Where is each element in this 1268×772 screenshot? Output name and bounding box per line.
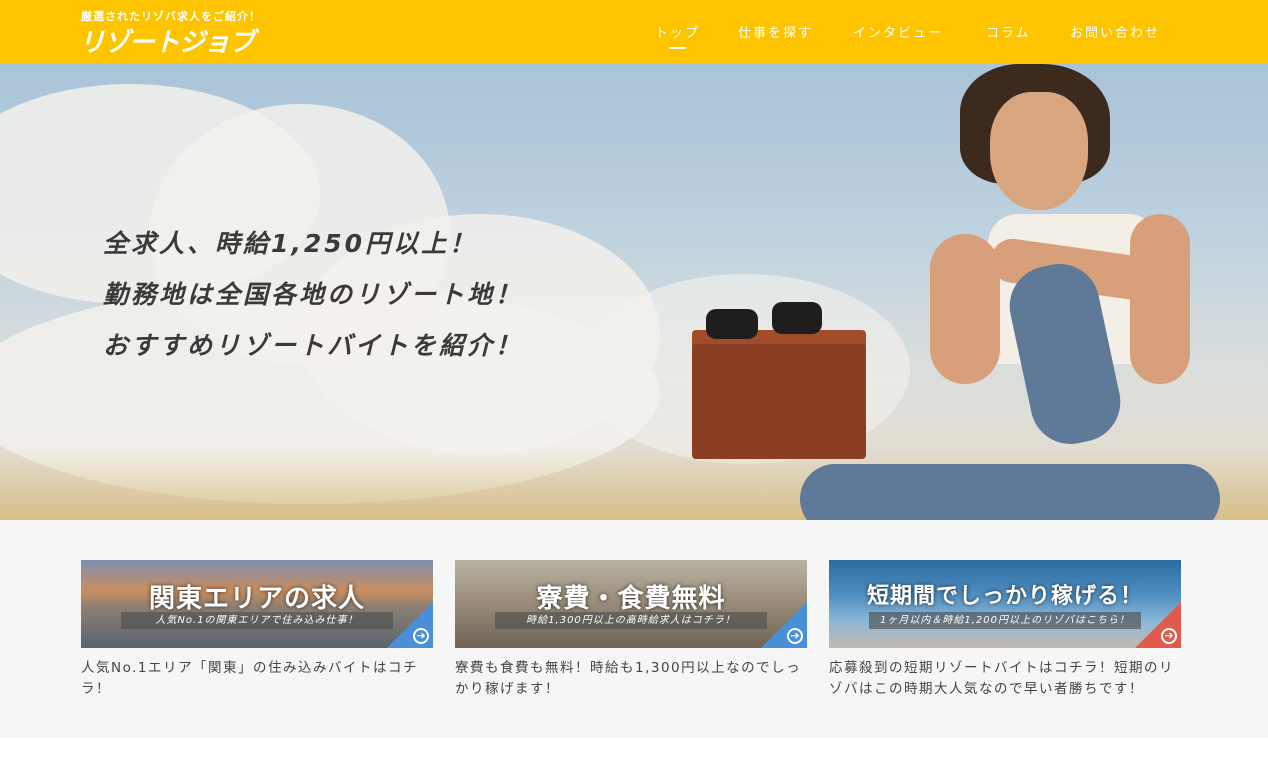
- arrow-right-circle-icon: ➔: [413, 628, 429, 644]
- feature-cards-section: 関東エリアの求人 人気No.1の関東エリアで住み込み仕事！ ➔ 人気No.1エリ…: [0, 520, 1268, 738]
- card-free-housing: 寮費・食費無料 時給1,300円以上の高時給求人はコチラ！ ➔ 寮費も食費も無料…: [455, 560, 807, 700]
- banner-short-term[interactable]: 短期間でしっかり稼げる！ 1ヶ月以内＆時給1,200円以上のリゾバはこちら！ ➔: [829, 560, 1181, 648]
- banner-subtitle: 時給1,300円以上の高時給求人はコチラ！: [495, 612, 767, 629]
- hero-headline-2: 勤務地は全国各地のリゾート地！: [103, 280, 524, 309]
- suitcase: [692, 344, 866, 459]
- banner-title: 短期間でしっかり稼げる！: [866, 584, 1143, 609]
- nav-item-top[interactable]: トップ: [655, 22, 700, 49]
- banner-title: 寮費・食費無料: [536, 584, 726, 614]
- nav-item-interview[interactable]: インタビュー: [853, 22, 943, 41]
- card-description: 応募殺到の短期リゾートバイトはコチラ！短期のリゾバはこの時期大人気なので早い者勝…: [829, 660, 1174, 697]
- arrow-right-circle-icon: ➔: [787, 628, 803, 644]
- binoculars-right: [772, 302, 822, 334]
- hero-headline-3: おすすめリゾートバイトを紹介！: [103, 331, 524, 360]
- banner-kanto[interactable]: 関東エリアの求人 人気No.1の関東エリアで住み込み仕事！ ➔: [81, 560, 433, 648]
- woman-arm-left: [930, 234, 1000, 384]
- woman-face: [990, 92, 1088, 210]
- arrow-right-circle-icon: ➔: [1161, 628, 1177, 644]
- main-nav: トップ 仕事を探す インタビュー コラム お問い合わせ: [0, 22, 1268, 52]
- card-kanto: 関東エリアの求人 人気No.1の関東エリアで住み込み仕事！ ➔ 人気No.1エリ…: [81, 560, 433, 700]
- banner-title: 関東エリアの求人: [148, 584, 365, 614]
- banner-free-housing[interactable]: 寮費・食費無料 時給1,300円以上の高時給求人はコチラ！ ➔: [455, 560, 807, 648]
- hero-headline-1: 全求人、時給1,250円以上！: [103, 229, 478, 258]
- binoculars-left: [706, 309, 758, 339]
- banner-subtitle: 1ヶ月以内＆時給1,200円以上のリゾバはこちら！: [869, 612, 1141, 629]
- nav-item-column[interactable]: コラム: [986, 22, 1031, 41]
- woman-leg-down: [800, 464, 1220, 520]
- banner-subtitle: 人気No.1の関東エリアで住み込み仕事！: [121, 612, 393, 629]
- nav-item-find-jobs[interactable]: 仕事を探す: [738, 22, 813, 41]
- nav-item-contact[interactable]: お問い合わせ: [1070, 22, 1160, 41]
- card-description: 寮費も食費も無料！時給も1,300円以上なのでしっかり稼げます！: [455, 660, 802, 697]
- card-short-term: 短期間でしっかり稼げる！ 1ヶ月以内＆時給1,200円以上のリゾバはこちら！ ➔…: [829, 560, 1181, 700]
- card-description: 人気No.1エリア「関東」の住み込みバイトはコチラ！: [81, 660, 419, 697]
- site-header: 厳選されたリゾバ求人をご紹介！ リゾートジョブ トップ 仕事を探す インタビュー…: [0, 0, 1268, 64]
- hero-banner: 全求人、時給1,250円以上！ 勤務地は全国各地のリゾート地！ おすすめリゾート…: [0, 64, 1268, 520]
